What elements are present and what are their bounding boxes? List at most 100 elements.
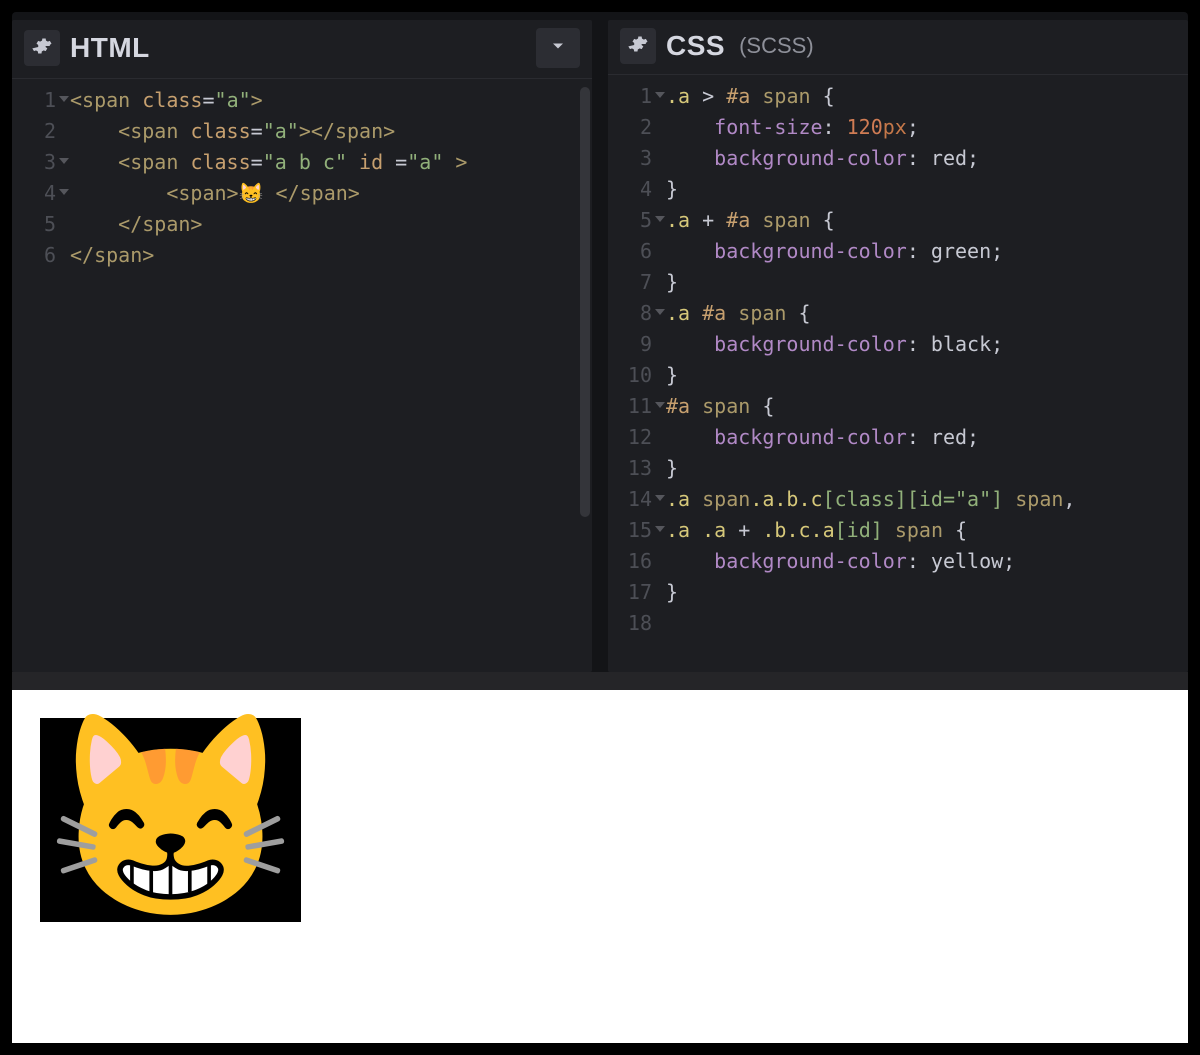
code-line[interactable]: 18 bbox=[608, 608, 1188, 639]
line-number: 3 bbox=[608, 143, 666, 174]
code-content[interactable]: } bbox=[666, 577, 678, 608]
code-content[interactable]: <span class="a b c" id ="a" > bbox=[70, 147, 467, 178]
code-content[interactable]: </span> bbox=[70, 240, 154, 271]
gear-icon bbox=[32, 36, 52, 61]
rendered-cat-emoji: 😸 bbox=[40, 718, 301, 922]
code-content[interactable]: <span class="a"></span> bbox=[70, 116, 395, 147]
panel-html-title: HTML bbox=[70, 32, 150, 64]
code-content[interactable]: } bbox=[666, 360, 678, 391]
fold-marker-icon[interactable] bbox=[655, 402, 665, 408]
fold-marker-icon[interactable] bbox=[59, 189, 69, 195]
code-line[interactable]: 5 </span> bbox=[12, 209, 592, 240]
fold-marker-icon[interactable] bbox=[655, 526, 665, 532]
code-content[interactable]: .a #a span { bbox=[666, 298, 811, 329]
code-line[interactable]: 9 background-color: black; bbox=[608, 329, 1188, 360]
line-number: 14 bbox=[608, 484, 666, 515]
editor-panels-row: HTML 1<span class="a">2 <span class="a">… bbox=[12, 12, 1188, 672]
code-content[interactable]: </span> bbox=[70, 209, 202, 240]
line-number: 11 bbox=[608, 391, 666, 422]
code-line[interactable]: 4} bbox=[608, 174, 1188, 205]
chevron-down-icon bbox=[548, 36, 568, 61]
panel-css-subtitle: (SCSS) bbox=[739, 33, 814, 59]
code-line[interactable]: 8.a #a span { bbox=[608, 298, 1188, 329]
code-content[interactable]: #a span { bbox=[666, 391, 774, 422]
code-line[interactable]: 2 <span class="a"></span> bbox=[12, 116, 592, 147]
fold-marker-icon[interactable] bbox=[655, 309, 665, 315]
line-number: 5 bbox=[12, 209, 70, 240]
css-settings-button[interactable] bbox=[620, 28, 656, 64]
fold-marker-icon[interactable] bbox=[655, 495, 665, 501]
code-content[interactable]: .a > #a span { bbox=[666, 81, 835, 112]
html-settings-button[interactable] bbox=[24, 30, 60, 66]
css-code-area[interactable]: 1.a > #a span {2 font-size: 120px;3 back… bbox=[608, 75, 1188, 672]
code-line[interactable]: 4 <span>😸 </span> bbox=[12, 178, 592, 209]
panel-css-header: CSS (SCSS) bbox=[608, 20, 1188, 75]
rendered-root: 😸 bbox=[40, 718, 301, 922]
code-line[interactable]: 7} bbox=[608, 267, 1188, 298]
line-number: 1 bbox=[12, 85, 70, 116]
line-number: 4 bbox=[608, 174, 666, 205]
line-number: 6 bbox=[608, 236, 666, 267]
line-number: 2 bbox=[12, 116, 70, 147]
output-preview: 😸 bbox=[12, 690, 1188, 1043]
code-line[interactable]: 6 background-color: green; bbox=[608, 236, 1188, 267]
line-number: 9 bbox=[608, 329, 666, 360]
fold-marker-icon[interactable] bbox=[655, 92, 665, 98]
fold-marker-icon[interactable] bbox=[59, 96, 69, 102]
code-content[interactable]: .a + #a span { bbox=[666, 205, 835, 236]
code-line[interactable]: 13} bbox=[608, 453, 1188, 484]
panel-html: HTML 1<span class="a">2 <span class="a">… bbox=[12, 20, 592, 672]
code-line[interactable]: 3 background-color: red; bbox=[608, 143, 1188, 174]
code-line[interactable]: 15.a .a + .b.c.a[id] span { bbox=[608, 515, 1188, 546]
code-line[interactable]: 3 <span class="a b c" id ="a" > bbox=[12, 147, 592, 178]
code-content[interactable]: .a span.a.b.c[class][id="a"] span, bbox=[666, 484, 1075, 515]
fold-marker-icon[interactable] bbox=[59, 158, 69, 164]
code-content[interactable]: } bbox=[666, 174, 678, 205]
editor-frame: HTML 1<span class="a">2 <span class="a">… bbox=[12, 12, 1188, 1043]
code-content[interactable]: <span>😸 </span> bbox=[70, 178, 360, 209]
code-line[interactable]: 2 font-size: 120px; bbox=[608, 112, 1188, 143]
code-content[interactable]: background-color: black; bbox=[666, 329, 1003, 360]
line-number: 1 bbox=[608, 81, 666, 112]
code-content[interactable]: .a .a + .b.c.a[id] span { bbox=[666, 515, 967, 546]
code-line[interactable]: 14.a span.a.b.c[class][id="a"] span, bbox=[608, 484, 1188, 515]
line-number: 2 bbox=[608, 112, 666, 143]
code-content[interactable]: background-color: green; bbox=[666, 236, 1003, 267]
line-number: 6 bbox=[12, 240, 70, 271]
line-number: 10 bbox=[608, 360, 666, 391]
html-code-area[interactable]: 1<span class="a">2 <span class="a"></spa… bbox=[12, 79, 592, 672]
line-number: 16 bbox=[608, 546, 666, 577]
line-number: 4 bbox=[12, 178, 70, 209]
code-content[interactable]: } bbox=[666, 453, 678, 484]
line-number: 13 bbox=[608, 453, 666, 484]
gear-icon bbox=[628, 34, 648, 59]
code-line[interactable]: 1<span class="a"> bbox=[12, 85, 592, 116]
line-number: 8 bbox=[608, 298, 666, 329]
panel-css-title: CSS bbox=[666, 30, 725, 62]
code-line[interactable]: 10} bbox=[608, 360, 1188, 391]
line-number: 15 bbox=[608, 515, 666, 546]
code-content[interactable]: background-color: yellow; bbox=[666, 546, 1015, 577]
panel-html-header: HTML bbox=[12, 20, 592, 79]
code-content[interactable]: <span class="a"> bbox=[70, 85, 263, 116]
line-number: 12 bbox=[608, 422, 666, 453]
code-line[interactable]: 5.a + #a span { bbox=[608, 205, 1188, 236]
line-number: 7 bbox=[608, 267, 666, 298]
code-line[interactable]: 16 background-color: yellow; bbox=[608, 546, 1188, 577]
html-scrollbar[interactable] bbox=[580, 87, 590, 517]
fold-marker-icon[interactable] bbox=[655, 216, 665, 222]
code-content[interactable]: background-color: red; bbox=[666, 143, 979, 174]
html-collapse-button[interactable] bbox=[536, 28, 580, 68]
line-number: 18 bbox=[608, 608, 666, 639]
panel-output-divider[interactable] bbox=[12, 672, 1188, 690]
code-line[interactable]: 1.a > #a span { bbox=[608, 81, 1188, 112]
code-line[interactable]: 17} bbox=[608, 577, 1188, 608]
code-content[interactable]: } bbox=[666, 267, 678, 298]
code-content[interactable]: font-size: 120px; bbox=[666, 112, 919, 143]
code-line[interactable]: 12 background-color: red; bbox=[608, 422, 1188, 453]
code-line[interactable]: 6</span> bbox=[12, 240, 592, 271]
code-line[interactable]: 11#a span { bbox=[608, 391, 1188, 422]
panel-css: CSS (SCSS) 1.a > #a span {2 font-size: 1… bbox=[608, 20, 1188, 672]
line-number: 17 bbox=[608, 577, 666, 608]
code-content[interactable]: background-color: red; bbox=[666, 422, 979, 453]
